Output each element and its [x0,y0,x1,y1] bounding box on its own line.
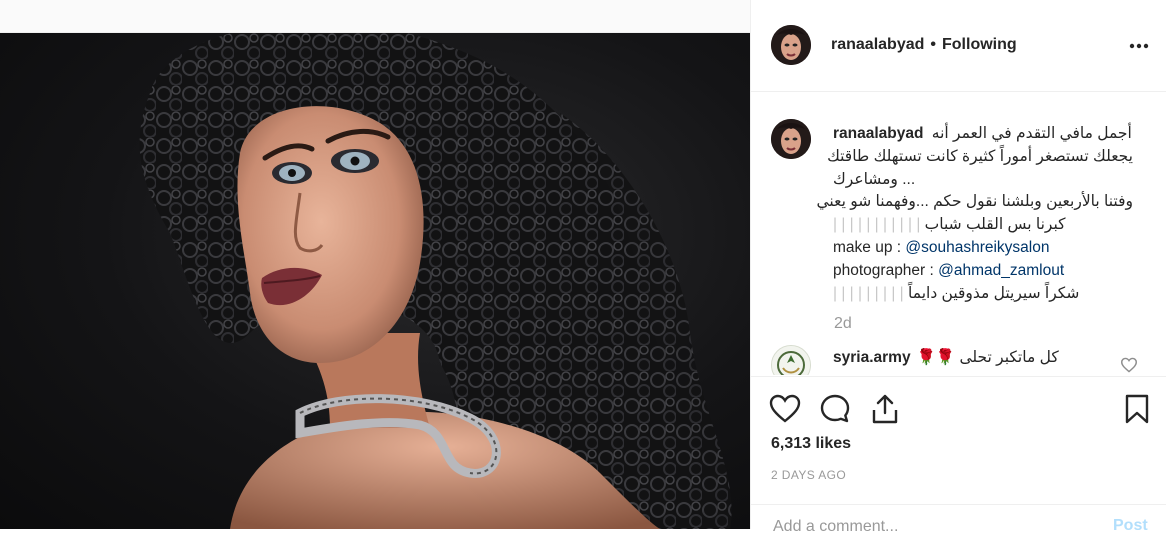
caption-bars-b: | | | | | | | | | [833,284,904,302]
header-username-line: ranaalabyad • Following [831,36,1017,54]
separator-dot: • [930,36,936,53]
caption-makeup-line: make up : @souhashreikysalon [833,237,1133,260]
caption-line-1: أجمل مافي التقدم في العمر أنه [931,125,1132,142]
bookmark-icon[interactable] [1121,393,1153,425]
post-photo[interactable] [0,33,750,529]
caption-line-3: ... ومشاعرك [833,170,916,188]
heart-outline-icon[interactable] [1120,357,1138,373]
share-icon[interactable] [869,393,901,425]
caption-avatar[interactable] [771,119,811,159]
caption-bars-a: | | | | | | | | | | | [833,216,921,234]
top-strip [0,0,750,33]
caption-line-8: شكراً سيريتل مذوقين دايماً | | | | | | |… [833,283,1133,306]
comment-username[interactable]: syria.army [833,349,911,366]
comment-body: كل ماتكبر تحلى 🌹🌹 [916,349,1059,366]
instagram-post-view: ranaalabyad • Following ranaalabyad أجمل… [0,0,1166,537]
portrait-illustration [139,33,732,529]
comment-text: syria.army كل ماتكبر تحلى 🌹🌹 [833,348,1059,367]
caption-timestamp[interactable]: 2d [834,315,852,333]
comment-avatar[interactable] [771,345,811,375]
post-button[interactable]: Post [1113,517,1148,535]
add-comment-input[interactable] [771,517,1091,537]
add-comment-bar: Post [751,504,1166,544]
comment-row: syria.army كل ماتكبر تحلى 🌹🌹 [751,343,1166,375]
follow-status-button[interactable]: Following [942,36,1017,53]
caption-line-5: كبرنا بس القلب شباب | | | | | | | | | | … [833,214,1133,237]
caption-line-4: وفتنا بالأربعين وبلشنا نقول حكم ...وفهمن… [816,193,1134,211]
caption-avatar-image [771,119,811,159]
caption-line-8-text: شكراً سيريتل مذوقين دايماً [908,284,1080,302]
caption-text: ranaalabyad أجمل مافي التقدم في العمر أن… [816,123,1134,306]
makeup-mention-link[interactable]: @souhashreikysalon [905,239,1049,256]
header-username[interactable]: ranaalabyad [831,36,924,53]
emblem-icon [772,346,810,375]
comment-icon[interactable] [819,393,851,425]
caption-first-row: ranaalabyad أجمل مافي التقدم في العمر أن… [833,123,1133,146]
post-side-panel: ranaalabyad • Following ranaalabyad أجمل… [750,0,1166,537]
caption-username[interactable]: ranaalabyad [833,125,923,142]
caption-photographer-line: photographer : @ahmad_zamlout [833,260,1133,283]
heart-icon[interactable] [769,393,801,425]
post-actions: 6,313 likes 2 DAYS AGO [751,376,1166,491]
caption-section: ranaalabyad أجمل مافي التقدم في العمر أن… [751,93,1166,375]
avatar-image [771,25,811,65]
more-horizontal-icon[interactable] [1127,36,1151,56]
photographer-label: photographer : [833,261,934,279]
photographer-mention-link[interactable]: @ahmad_zamlout [938,262,1064,279]
caption-line-2: يجعلك تستصغر أموراً كثيرة كانت تستهلك طا… [827,147,1133,165]
post-date[interactable]: 2 DAYS AGO [771,468,846,482]
avatar[interactable] [771,25,811,65]
likes-count[interactable]: 6,313 likes [771,435,851,453]
post-header: ranaalabyad • Following [751,0,1166,92]
caption-line-5-text: كبرنا بس القلب شباب [924,216,1066,234]
makeup-label: make up : [833,238,902,256]
